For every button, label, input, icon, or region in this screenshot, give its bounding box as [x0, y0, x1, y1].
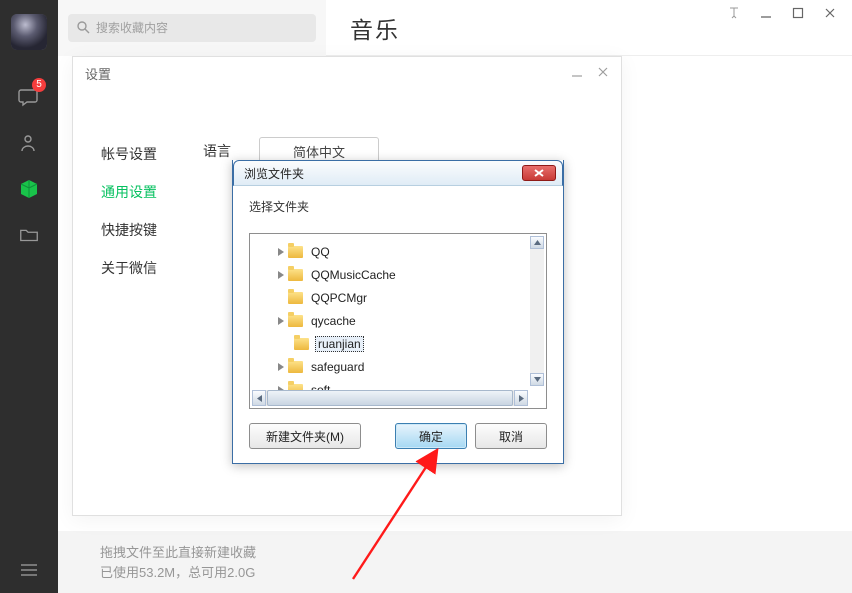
annotation-arrow	[0, 0, 852, 593]
